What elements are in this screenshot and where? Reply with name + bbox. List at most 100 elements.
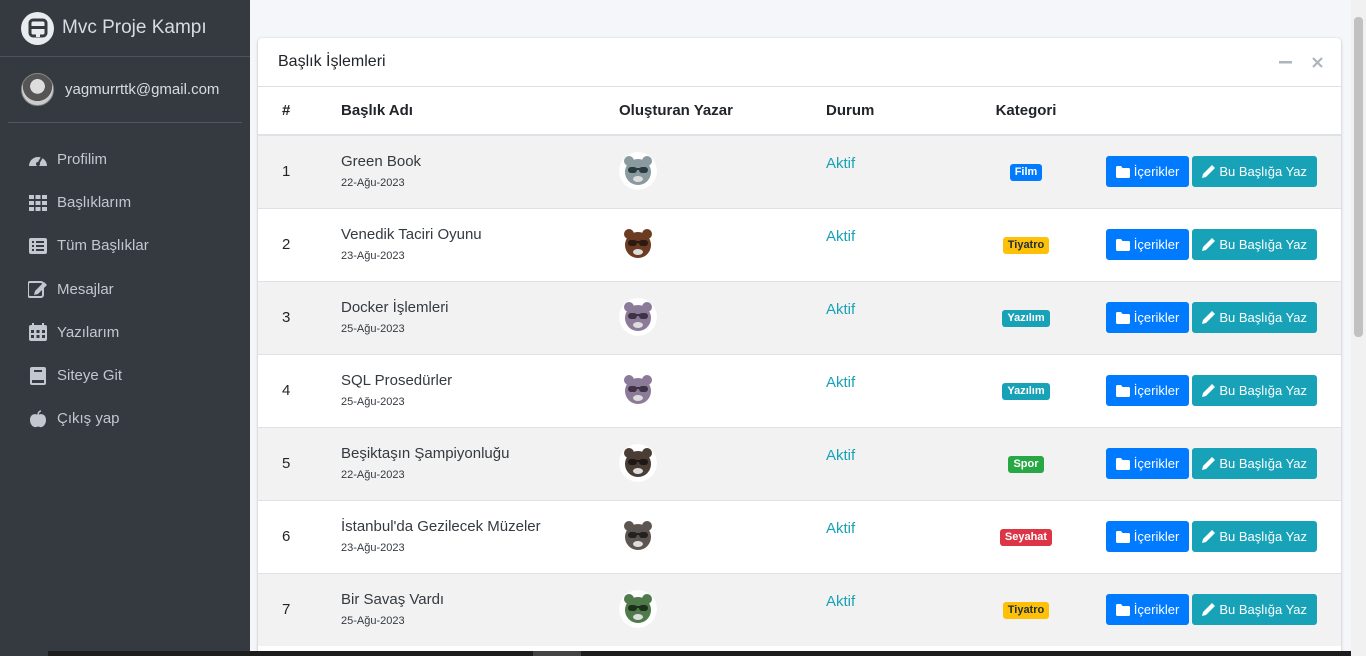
write-to-topic-button[interactable]: Bu Başlığa Yaz: [1192, 156, 1317, 188]
write-to-topic-button[interactable]: Bu Başlığa Yaz: [1192, 229, 1317, 260]
contents-button[interactable]: İçerikler: [1105, 594, 1190, 626]
header-status: Durum: [826, 87, 960, 136]
sidebar-item-label: Başlıklarım: [57, 194, 132, 212]
category-cell: Yazılım: [960, 281, 1092, 354]
category-badge: Spor: [1008, 456, 1044, 473]
scrollbar-thumb[interactable]: [533, 651, 581, 656]
table-row: 4 SQL Prosedürler 25-Ağu-2023 Aktif Yazı…: [258, 354, 1341, 427]
sidebar-item-tum-basliklar[interactable]: Tüm Başlıklar: [0, 224, 250, 267]
contents-button-label: İçerikler: [1133, 310, 1180, 325]
brand-link[interactable]: Mvc Proje Kampı: [0, 0, 250, 57]
topic-date: 22-Ağu-2023: [341, 176, 405, 189]
contents-button[interactable]: İçerikler: [1105, 156, 1190, 188]
category-cell: Tiyatro: [960, 573, 1092, 646]
scrollbar-thumb[interactable]: [1354, 17, 1363, 337]
row-number: 2: [282, 236, 291, 253]
category-badge: Tiyatro: [1002, 237, 1050, 254]
topic-date: 23-Ağu-2023: [341, 249, 405, 262]
folder-icon: [1115, 530, 1130, 543]
table-row: 3 Docker İşlemleri 25-Ağu-2023 Aktif Yaz…: [258, 281, 1341, 354]
row-number: 5: [282, 455, 291, 472]
sidebar-item-cikis-yap[interactable]: Çıkış yap: [0, 397, 250, 440]
status-cell: Aktif: [826, 573, 960, 646]
sidebar-item-label: Tüm Başlıklar: [57, 237, 149, 255]
topics-card: Başlık İşlemleri # Başlık Adı Oluşturan …: [258, 38, 1341, 656]
card-title: Başlık İşlemleri: [278, 53, 386, 70]
actions-cell: İçerikler Bu Başlığa Yaz: [1092, 427, 1341, 500]
author-cell: [619, 573, 826, 646]
status-text: Aktif: [826, 374, 856, 391]
contents-button[interactable]: İçerikler: [1105, 375, 1190, 406]
user-panel[interactable]: yagmurrttk@gmail.com: [8, 57, 242, 123]
topic-date: 25-Ağu-2023: [341, 322, 405, 335]
contents-button-label: İçerikler: [1133, 456, 1180, 471]
apple-icon: [28, 409, 48, 429]
pencil-icon: [1202, 238, 1216, 251]
topics-table: # Başlık Adı Oluşturan Yazar Durum Kateg…: [258, 87, 1341, 646]
status-cell: Aktif: [826, 354, 960, 427]
write-to-topic-button[interactable]: Bu Başlığa Yaz: [1192, 594, 1317, 626]
user-email[interactable]: yagmurrttk@gmail.com: [65, 81, 219, 98]
table-row: 5 Beşiktaşın Şampiyonluğu 22-Ağu-2023 Ak…: [258, 427, 1341, 500]
actions-cell: İçerikler Bu Başlığa Yaz: [1092, 135, 1341, 208]
actions-cell: İçerikler Bu Başlığa Yaz: [1092, 354, 1341, 427]
status-text: Aktif: [826, 520, 856, 537]
category-badge: Film: [1009, 164, 1043, 182]
author-avatar: [619, 151, 657, 190]
folder-icon: [1115, 384, 1130, 397]
status-cell: Aktif: [826, 500, 960, 573]
contents-button[interactable]: İçerikler: [1105, 521, 1190, 552]
topic-date: 22-Ağu-2023: [341, 468, 405, 481]
topic-title: Docker İşlemleri: [341, 298, 449, 316]
collapse-icon[interactable]: [1275, 52, 1295, 72]
author-cell: [619, 135, 826, 208]
write-to-topic-button[interactable]: Bu Başlığa Yaz: [1192, 448, 1317, 479]
vertical-scrollbar[interactable]: [1351, 0, 1366, 656]
write-to-topic-button[interactable]: Bu Başlığa Yaz: [1192, 521, 1317, 552]
title-cell: Bir Savaş Vardı 25-Ağu-2023: [341, 573, 619, 646]
contents-button[interactable]: İçerikler: [1105, 229, 1190, 260]
close-icon[interactable]: [1307, 52, 1327, 72]
sidebar-item-mesajlar[interactable]: Mesajlar: [0, 268, 250, 311]
header-category: Kategori: [960, 87, 1092, 136]
status-cell: Aktif: [826, 208, 960, 281]
pencil-icon: [1202, 530, 1216, 543]
title-cell: Venedik Taciri Oyunu 23-Ağu-2023: [341, 208, 619, 281]
brand-logo-icon: [21, 11, 54, 45]
title-cell: Green Book 22-Ağu-2023: [341, 135, 619, 208]
topic-title: Venedik Taciri Oyunu: [341, 225, 482, 243]
write-button-label: Bu Başlığa Yaz: [1219, 456, 1307, 471]
author-avatar: [619, 297, 657, 336]
write-button-label: Bu Başlığa Yaz: [1219, 237, 1307, 252]
sidebar: Mvc Proje Kampı yagmurrttk@gmail.com Pro…: [0, 0, 250, 656]
author-avatar: [619, 589, 657, 628]
topic-date: 23-Ağu-2023: [341, 541, 405, 554]
sidebar-item-siteye-git[interactable]: Siteye Git: [0, 354, 250, 397]
contents-button-label: İçerikler: [1133, 164, 1180, 180]
table-row: 6 İstanbul'da Gezilecek Müzeler 23-Ağu-2…: [258, 500, 1341, 573]
write-to-topic-button[interactable]: Bu Başlığa Yaz: [1192, 375, 1317, 406]
sidebar-item-yazilarim[interactable]: Yazılarım: [0, 311, 250, 354]
contents-button[interactable]: İçerikler: [1105, 448, 1190, 479]
status-text: Aktif: [826, 447, 856, 464]
sidebar-item-profilim[interactable]: Profilim: [0, 138, 250, 181]
category-badge: Yazılım: [1002, 310, 1050, 327]
actions-cell: İçerikler Bu Başlığa Yaz: [1092, 208, 1341, 281]
write-button-label: Bu Başlığa Yaz: [1219, 383, 1307, 398]
sidebar-item-basliklarim[interactable]: Başlıklarım: [0, 181, 250, 224]
category-cell: Seyahat: [960, 500, 1092, 573]
topic-title: SQL Prosedürler: [341, 371, 453, 389]
folder-icon: [1115, 311, 1130, 324]
contents-button[interactable]: İçerikler: [1105, 302, 1190, 333]
horizontal-scrollbar[interactable]: [48, 651, 1351, 656]
category-cell: Spor: [960, 427, 1092, 500]
contents-button-label: İçerikler: [1133, 602, 1180, 618]
category-badge: Seyahat: [999, 529, 1053, 546]
category-badge: Yazılım: [1002, 383, 1050, 400]
table-row: 2 Venedik Taciri Oyunu 23-Ağu-2023 Aktif…: [258, 208, 1341, 281]
sidebar-item-label: Mesajlar: [57, 280, 114, 298]
grid-icon: [28, 193, 48, 213]
sidebar-item-label: Profilim: [57, 151, 108, 169]
write-to-topic-button[interactable]: Bu Başlığa Yaz: [1192, 302, 1317, 333]
pencil-icon: [1202, 457, 1216, 470]
